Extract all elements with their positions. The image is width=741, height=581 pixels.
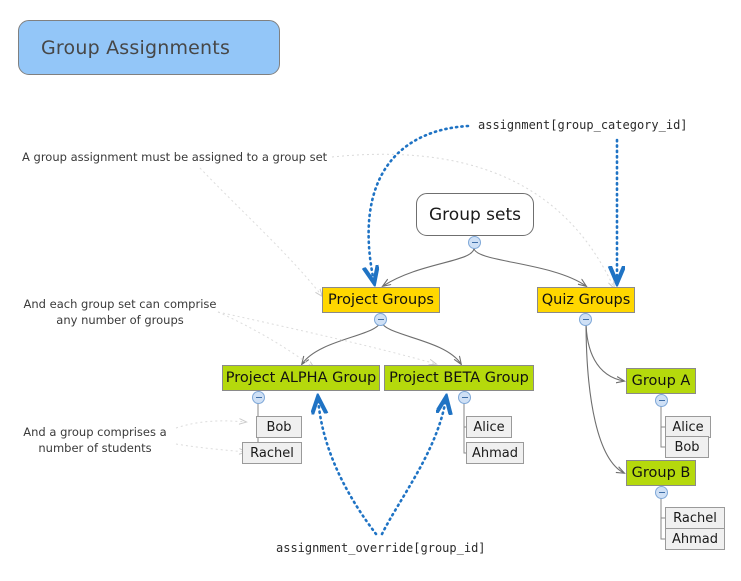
collapse-handle-quiz-groups[interactable] <box>579 313 592 326</box>
collapse-handle-project-groups[interactable] <box>374 313 387 326</box>
leader-note-students-b <box>175 443 246 452</box>
annotation-assignment-override-group-id-text: assignment_override[group_id] <box>276 541 486 555</box>
node-group-a[interactable]: Group A <box>626 368 696 394</box>
leader-note-comprise-a <box>217 311 314 368</box>
node-student-ahmad-group-b[interactable]: Ahmad <box>665 528 725 550</box>
node-project-beta-group-label: Project BETA Group <box>389 370 529 386</box>
edge-groupsets-to-quiz-groups <box>473 247 586 286</box>
node-student-bob-group-a[interactable]: Bob <box>665 436 709 458</box>
leader-note-students-a <box>175 421 246 429</box>
annotation-assignment-group-category-id: assignment[group_category_id] <box>478 118 688 132</box>
node-student-ahmad-beta[interactable]: Ahmad <box>466 442 524 464</box>
edge-project-groups-to-beta <box>380 319 461 364</box>
annotation-students-note-line1: And a group comprises a <box>23 425 167 439</box>
node-project-alpha-group-label: Project ALPHA Group <box>225 370 377 386</box>
node-quiz-groups-label: Quiz Groups <box>541 292 631 308</box>
edge-quiz-groups-to-group-a <box>585 319 624 381</box>
collapse-handle-project-beta-group[interactable] <box>458 391 471 404</box>
node-group-b-label: Group B <box>631 465 691 481</box>
node-student-label: Alice <box>672 419 704 435</box>
annotation-students-note: And a group comprises a number of studen… <box>14 424 176 456</box>
node-project-beta-group[interactable]: Project BETA Group <box>384 365 534 391</box>
leader-note-comprise-b <box>217 311 436 364</box>
page-title-label: Group Assignments <box>41 36 231 59</box>
node-quiz-groups[interactable]: Quiz Groups <box>537 287 635 313</box>
node-student-rachel-alpha[interactable]: Rachel <box>242 442 302 464</box>
node-project-alpha-group[interactable]: Project ALPHA Group <box>222 365 380 391</box>
node-student-label: Alice <box>473 419 505 435</box>
annotation-comprise-note: And each group set can comprise any numb… <box>22 296 218 328</box>
annotation-assignment-override-group-id: assignment_override[group_id] <box>276 541 486 555</box>
node-student-label: Ahmad <box>471 445 518 461</box>
edge-project-groups-to-alpha <box>302 319 382 364</box>
annotation-group-set-note-text: A group assignment must be assigned to a… <box>22 150 328 164</box>
node-group-b[interactable]: Group B <box>626 460 696 486</box>
node-student-bob-alpha[interactable]: Bob <box>256 416 302 438</box>
collapse-handle-group-b[interactable] <box>655 486 668 499</box>
annotation-group-set-note: A group assignment must be assigned to a… <box>22 149 327 165</box>
node-group-a-label: Group A <box>631 373 691 389</box>
annotation-students-note-line2: number of students <box>38 441 152 455</box>
edge-quiz-groups-to-group-b <box>585 319 624 473</box>
node-project-groups-label: Project Groups <box>328 292 434 308</box>
edge-groupsets-to-project-groups <box>383 247 475 286</box>
annotation-comprise-note-line2: any number of groups <box>56 313 184 327</box>
page-title: Group Assignments <box>18 20 280 75</box>
annotation-assignment-group-category-id-text: assignment[group_category_id] <box>478 118 688 132</box>
leader-note-group-set-b <box>199 167 322 296</box>
node-student-label: Rachel <box>250 445 294 461</box>
node-student-label: Bob <box>674 439 700 455</box>
collapse-handle-root[interactable] <box>468 236 481 249</box>
node-group-sets-root[interactable]: Group sets <box>416 193 534 236</box>
annotation-comprise-note-line1: And each group set can comprise <box>23 297 217 311</box>
node-project-groups[interactable]: Project Groups <box>322 287 440 313</box>
node-student-label: Rachel <box>673 510 717 526</box>
node-group-sets-root-label: Group sets <box>429 204 521 225</box>
node-student-alice-beta[interactable]: Alice <box>466 416 512 438</box>
edge-assignment-override-to-beta <box>380 398 446 536</box>
collapse-handle-project-alpha-group[interactable] <box>252 391 265 404</box>
node-student-alice-group-a[interactable]: Alice <box>665 416 711 438</box>
node-student-label: Bob <box>266 419 292 435</box>
node-student-rachel-group-b[interactable]: Rachel <box>665 507 725 529</box>
node-student-label: Ahmad <box>671 531 718 547</box>
collapse-handle-group-a[interactable] <box>655 394 668 407</box>
edge-assignment-override-to-alpha <box>318 398 378 536</box>
diagram-canvas: Group Assignments Group sets Project Gro… <box>0 0 741 581</box>
